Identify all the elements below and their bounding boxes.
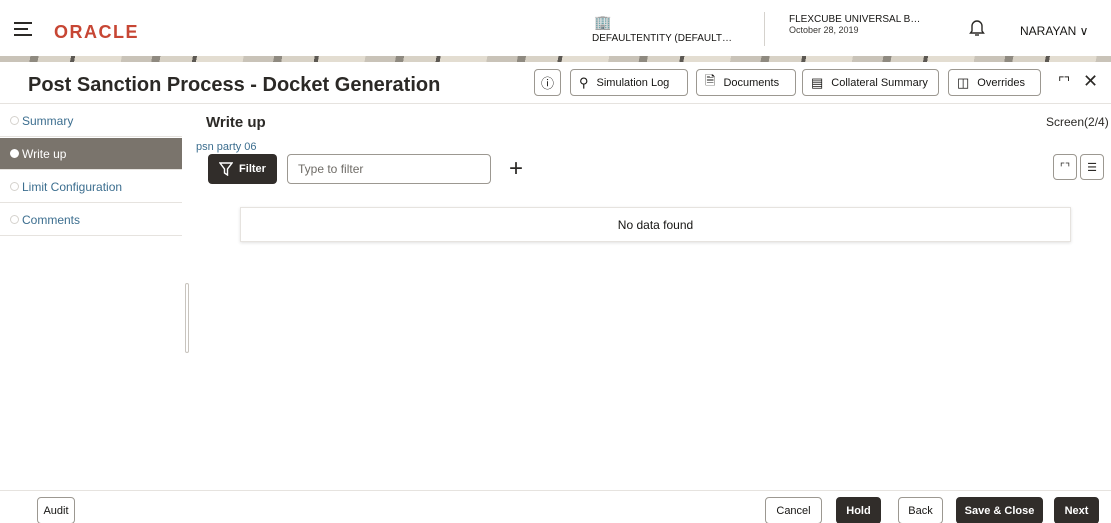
sidebar-item-summary[interactable]: Summary: [0, 105, 182, 137]
simulation-log-label: Simulation Log: [596, 76, 670, 89]
user-menu[interactable]: NARAYAN ∨: [1020, 24, 1088, 38]
hold-button[interactable]: Hold: [836, 497, 881, 523]
entity-selector[interactable]: 🏢 DEFAULTENTITY (DEFAULT…: [592, 14, 762, 44]
cancel-button[interactable]: Cancel: [765, 497, 822, 523]
sidebar-item-write-up[interactable]: Write up: [0, 138, 182, 170]
step-dot-icon: [10, 215, 19, 224]
overrides-button[interactable]: ◫ Overrides: [948, 69, 1041, 96]
overrides-label: Overrides: [977, 76, 1025, 89]
title-bar: Post Sanction Process - Docket Generatio…: [0, 62, 1111, 104]
header-divider: [764, 12, 765, 46]
add-icon[interactable]: +: [509, 155, 523, 183]
page-title: Post Sanction Process - Docket Generatio…: [28, 74, 441, 96]
footer-bar: Audit Cancel Hold Back Save & Close Next: [0, 490, 1111, 523]
documents-icon: 🗎: [705, 72, 716, 88]
maximize-icon[interactable]: ⌜⌝: [1058, 74, 1070, 91]
filter-label: Filter: [239, 163, 266, 175]
entity-name: DEFAULTENTITY (DEFAULT…: [592, 33, 733, 44]
branch-name: FLEXCUBE UNIVERSAL B…: [789, 14, 921, 25]
save-close-button[interactable]: Save & Close: [956, 497, 1043, 523]
panel-resize-handle[interactable]: [185, 283, 189, 353]
screen-counter: Screen(2/4): [1046, 115, 1109, 129]
documents-button[interactable]: 🗎 Documents: [696, 69, 796, 96]
info-icon: ⓘ: [540, 76, 554, 91]
info-button[interactable]: ⓘ: [534, 69, 561, 96]
close-icon[interactable]: ✕: [1083, 71, 1098, 92]
simulation-log-icon: ⚲: [579, 74, 589, 90]
party-name: psn party 06: [196, 141, 257, 153]
filter-button[interactable]: Filter: [208, 154, 277, 184]
app-header: ORACLE 🏢 DEFAULTENTITY (DEFAULT… FLEXCUB…: [0, 0, 1111, 56]
audit-button[interactable]: Audit: [37, 497, 75, 523]
step-dot-icon: [10, 182, 19, 191]
notification-bell-icon[interactable]: [968, 18, 986, 38]
sidebar-item-label: Limit Configuration: [22, 179, 123, 194]
branch-date: October 28, 2019: [789, 25, 859, 35]
hamburger-menu-icon[interactable]: [14, 22, 32, 36]
empty-state-message: No data found: [240, 207, 1071, 242]
step-dot-icon: [10, 116, 19, 125]
documents-label: Documents: [723, 76, 780, 89]
sidebar-item-label: Write up: [22, 146, 67, 161]
branch-info[interactable]: FLEXCUBE UNIVERSAL B… October 28, 2019: [789, 14, 920, 36]
sidebar-item-label: Comments: [22, 212, 81, 227]
next-button[interactable]: Next: [1054, 497, 1099, 523]
sidebar-item-comments[interactable]: Comments: [0, 204, 182, 236]
back-button[interactable]: Back: [898, 497, 943, 523]
collateral-summary-button[interactable]: ▤ Collateral Summary: [802, 69, 939, 96]
filter-icon: [219, 162, 234, 176]
overrides-icon: ◫: [957, 74, 970, 90]
collateral-summary-icon: ▤: [811, 74, 824, 90]
sidebar-item-limit-configuration[interactable]: Limit Configuration: [0, 171, 182, 203]
step-dot-icon: [10, 149, 19, 158]
card-view-icon[interactable]: ⌜⌝: [1053, 154, 1077, 180]
simulation-log-button[interactable]: ⚲ Simulation Log: [570, 69, 688, 96]
filter-input[interactable]: [287, 154, 491, 184]
building-icon: 🏢: [594, 14, 612, 30]
list-view-icon[interactable]: ☰: [1080, 154, 1104, 180]
section-title: Write up: [206, 114, 266, 131]
collateral-summary-label: Collateral Summary: [831, 76, 928, 89]
oracle-logo: ORACLE: [54, 22, 139, 42]
step-navigation: Summary Write up Limit Configuration Com…: [0, 105, 182, 490]
sidebar-item-label: Summary: [22, 113, 74, 128]
